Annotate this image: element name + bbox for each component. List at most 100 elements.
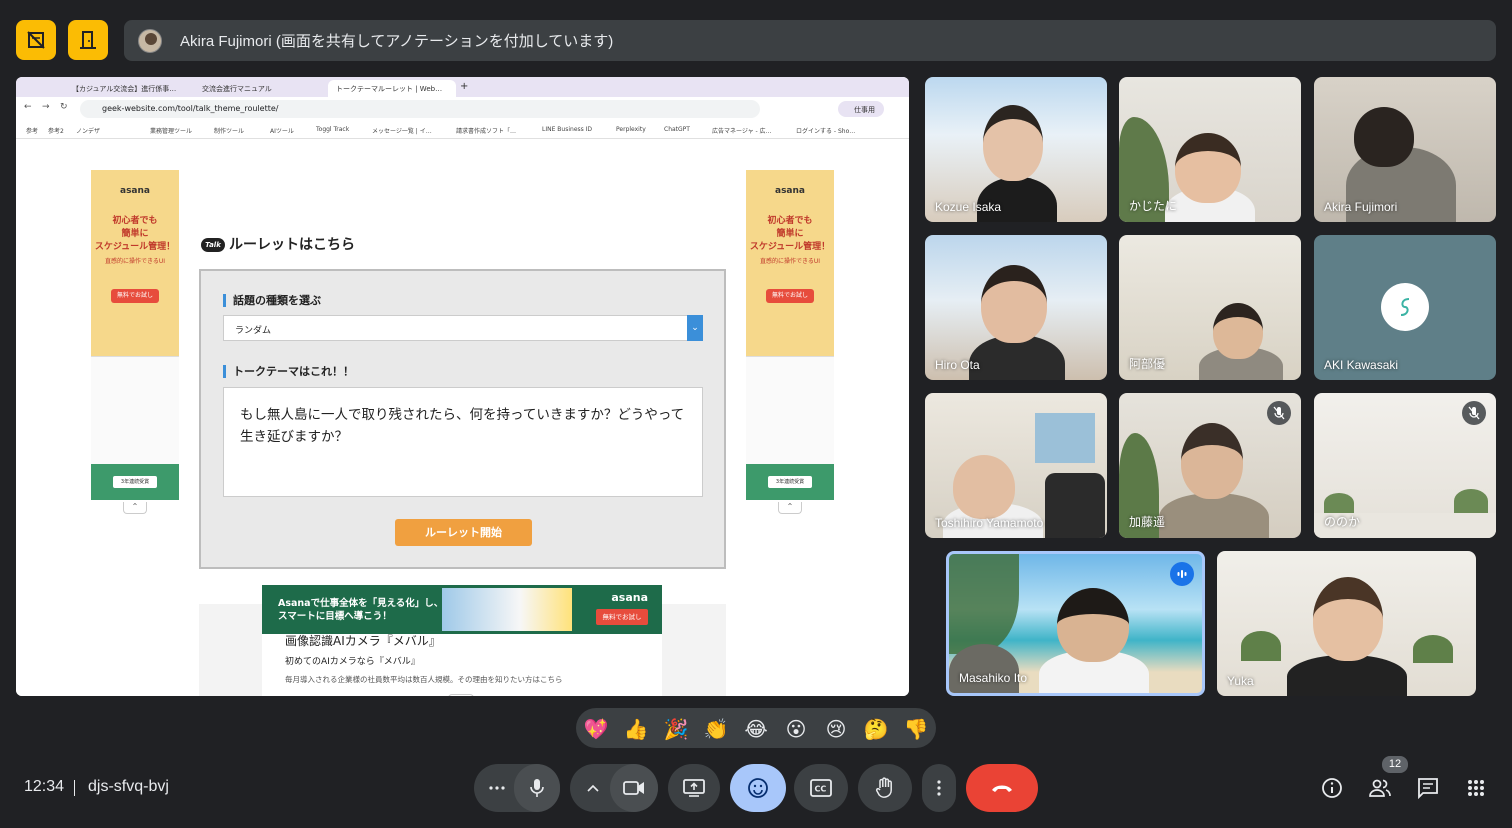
topic-select[interactable]: ランダム ⌄ bbox=[223, 315, 703, 341]
bookmark[interactable]: 制作ツール bbox=[214, 126, 244, 135]
reaction-surprised-button[interactable]: 😮 bbox=[783, 716, 809, 742]
topic-select-value: ランダム bbox=[235, 326, 272, 336]
ad-badge: 3年連続受賞 bbox=[768, 476, 812, 488]
participant-tile[interactable]: 加藤遥 bbox=[1119, 393, 1301, 538]
roulette-start-button[interactable]: ルーレット開始 bbox=[395, 519, 532, 546]
browser-tab[interactable]: 交流会進行マニュアル bbox=[194, 80, 324, 97]
chat-button[interactable] bbox=[1416, 776, 1440, 800]
participant-tile[interactable]: Yuka bbox=[1217, 551, 1476, 696]
forward-icon[interactable]: → bbox=[42, 102, 50, 112]
bookmark[interactable]: Perplexity bbox=[616, 126, 646, 133]
chevron-down-icon[interactable]: ⌄ bbox=[687, 315, 703, 341]
bookmark[interactable]: 広告マネージャ - 広… bbox=[712, 126, 772, 135]
meeting-code: djs-sfvq-bvj bbox=[88, 778, 169, 795]
more-options-button[interactable] bbox=[922, 764, 956, 812]
participant-tile[interactable]: Toshihiro Yamamoto bbox=[925, 393, 1107, 538]
bookmark[interactable]: LINE Business ID bbox=[542, 126, 592, 133]
camera-button[interactable] bbox=[610, 764, 658, 812]
video-camera-icon bbox=[623, 781, 644, 795]
participant-tile[interactable]: Akira Fujimori bbox=[1314, 77, 1496, 222]
bookmark[interactable]: 請求書作成ソフト「… bbox=[456, 126, 516, 135]
meeting-details-button[interactable] bbox=[1320, 776, 1344, 800]
bookmark[interactable]: メッセージ一覧 | イ… bbox=[372, 126, 432, 135]
presenter-banner: Akira Fujimori (画面を共有してアノテーションを付加しています) bbox=[124, 20, 1496, 61]
participant-avatar bbox=[1381, 283, 1429, 331]
talk-logo: Talk bbox=[201, 238, 225, 252]
ad-collapse-icon[interactable]: ⌃ bbox=[778, 502, 802, 514]
present-screen-button[interactable] bbox=[668, 764, 720, 812]
plant bbox=[1413, 635, 1453, 663]
bookmark[interactable]: AIツール bbox=[270, 126, 294, 135]
reaction-thumbs-down-button[interactable]: 👎 bbox=[903, 716, 929, 742]
ad-cta-button[interactable]: 無料でお試し bbox=[766, 289, 814, 303]
reaction-thinking-button[interactable]: 🤔 bbox=[863, 716, 889, 742]
topic-label: 話題の種類を選ぶ bbox=[223, 294, 321, 307]
theme-label: トークテーマはこれ！！ bbox=[223, 365, 354, 378]
reload-icon[interactable]: ↻ bbox=[60, 102, 68, 112]
browser-tab[interactable]: 【カジュアル交流会】進行係事… bbox=[64, 80, 192, 97]
bookmark[interactable]: 業務管理ツール bbox=[150, 126, 192, 135]
participant-tile[interactable]: 阿部優 bbox=[1119, 235, 1301, 380]
exit-presentation-button[interactable] bbox=[68, 20, 108, 60]
bookmark[interactable]: ノンデザ bbox=[76, 126, 100, 135]
ad-expand-icon[interactable]: ⌄ bbox=[448, 694, 474, 696]
reactions-bar: 💖 👍 🎉 👏 😂 😮 😢 🤔 👎 bbox=[576, 708, 936, 748]
participant-name: Masahiko Ito bbox=[959, 671, 1028, 685]
reaction-sad-button[interactable]: 😢 bbox=[823, 716, 849, 742]
more-audio-options-icon[interactable] bbox=[486, 778, 508, 798]
participant-tile[interactable]: Kozue Isaka bbox=[925, 77, 1107, 222]
participant-face bbox=[1057, 588, 1129, 662]
participant-tile-speaking[interactable]: Masahiko Ito bbox=[946, 551, 1205, 696]
reaction-heart-button[interactable]: 💖 bbox=[583, 716, 609, 742]
reaction-laugh-button[interactable]: 😂 bbox=[743, 716, 769, 742]
bookmark[interactable]: 参考 bbox=[26, 126, 38, 135]
new-tab-icon[interactable]: + bbox=[460, 81, 468, 92]
ad-headline: 簡単に bbox=[776, 229, 804, 239]
side-ad-right[interactable]: asana 初心者でも 簡単に スケジュール管理！ 直感的に操作できるUI 無料… bbox=[746, 170, 834, 356]
people-button[interactable] bbox=[1368, 776, 1392, 800]
chair bbox=[1045, 473, 1105, 538]
participant-name: 加藤遥 bbox=[1129, 515, 1166, 529]
microphone-button[interactable] bbox=[514, 764, 560, 812]
bookmark[interactable]: 参考2 bbox=[48, 126, 64, 135]
roulette-panel: 話題の種類を選ぶ ランダム ⌄ トークテーマはこれ！！ もし無人島に一人で取り残… bbox=[199, 269, 726, 569]
banner-image bbox=[442, 588, 572, 631]
captions-button[interactable]: CC bbox=[794, 764, 848, 812]
participant-tile[interactable]: AKI Kawasaki bbox=[1314, 235, 1496, 380]
participant-tile[interactable]: かじたに bbox=[1119, 77, 1301, 222]
activities-button[interactable] bbox=[1464, 776, 1488, 800]
bookmark[interactable]: Toggl Track bbox=[316, 126, 349, 133]
banner-text: Asanaで仕事全体を「見える化」し、 スマートに目標へ導こう！ bbox=[278, 597, 443, 623]
camera-options-icon[interactable] bbox=[584, 780, 602, 796]
raise-hand-button[interactable] bbox=[858, 764, 912, 812]
apps-grid-icon bbox=[1468, 780, 1484, 796]
chevron-up-icon bbox=[587, 784, 599, 792]
browser-tab-active[interactable]: トークテーマルーレット | Web… bbox=[328, 80, 456, 97]
reaction-thumbs-up-button[interactable]: 👍 bbox=[623, 716, 649, 742]
leave-call-button[interactable] bbox=[966, 764, 1038, 812]
url-input[interactable]: geek-website.com/tool/talk_theme_roulett… bbox=[80, 100, 760, 118]
participant-tile[interactable]: ののか bbox=[1314, 393, 1496, 538]
participant-face bbox=[1213, 303, 1263, 359]
info-icon bbox=[1322, 778, 1342, 798]
asana-banner-ad[interactable]: Asanaで仕事全体を「見える化」し、 スマートに目標へ導こう！ asana 無… bbox=[262, 585, 662, 634]
back-icon[interactable]: ← bbox=[24, 102, 32, 112]
reaction-clap-button[interactable]: 👏 bbox=[703, 716, 729, 742]
reaction-party-button[interactable]: 🎉 bbox=[663, 716, 689, 742]
bookmark[interactable]: ログインする - Sho… bbox=[796, 126, 855, 135]
ad-collapse-icon[interactable]: ⌃ bbox=[123, 502, 147, 514]
ad-headline: 初心者でも bbox=[112, 216, 158, 226]
bookmark[interactable]: ChatGPT bbox=[664, 126, 690, 133]
ad-cta-button[interactable]: 無料でお試し bbox=[111, 289, 159, 303]
people-icon bbox=[1369, 779, 1391, 797]
participant-body bbox=[1159, 493, 1269, 538]
stop-annotation-button[interactable] bbox=[16, 20, 56, 60]
banner-cta-button[interactable]: 無料でお試し bbox=[596, 609, 648, 625]
side-ad-left[interactable]: asana 初心者でも 簡単に スケジュール管理！ 直感的に操作できるUI 無料… bbox=[91, 170, 179, 356]
participant-name: Kozue Isaka bbox=[935, 200, 1002, 214]
participant-name: かじたに bbox=[1129, 199, 1178, 213]
participant-name: Yuka bbox=[1227, 674, 1254, 688]
reactions-button[interactable] bbox=[730, 764, 786, 812]
participant-tile[interactable]: Hiro Ota bbox=[925, 235, 1107, 380]
profile-chip[interactable]: 仕事用 bbox=[838, 101, 884, 117]
